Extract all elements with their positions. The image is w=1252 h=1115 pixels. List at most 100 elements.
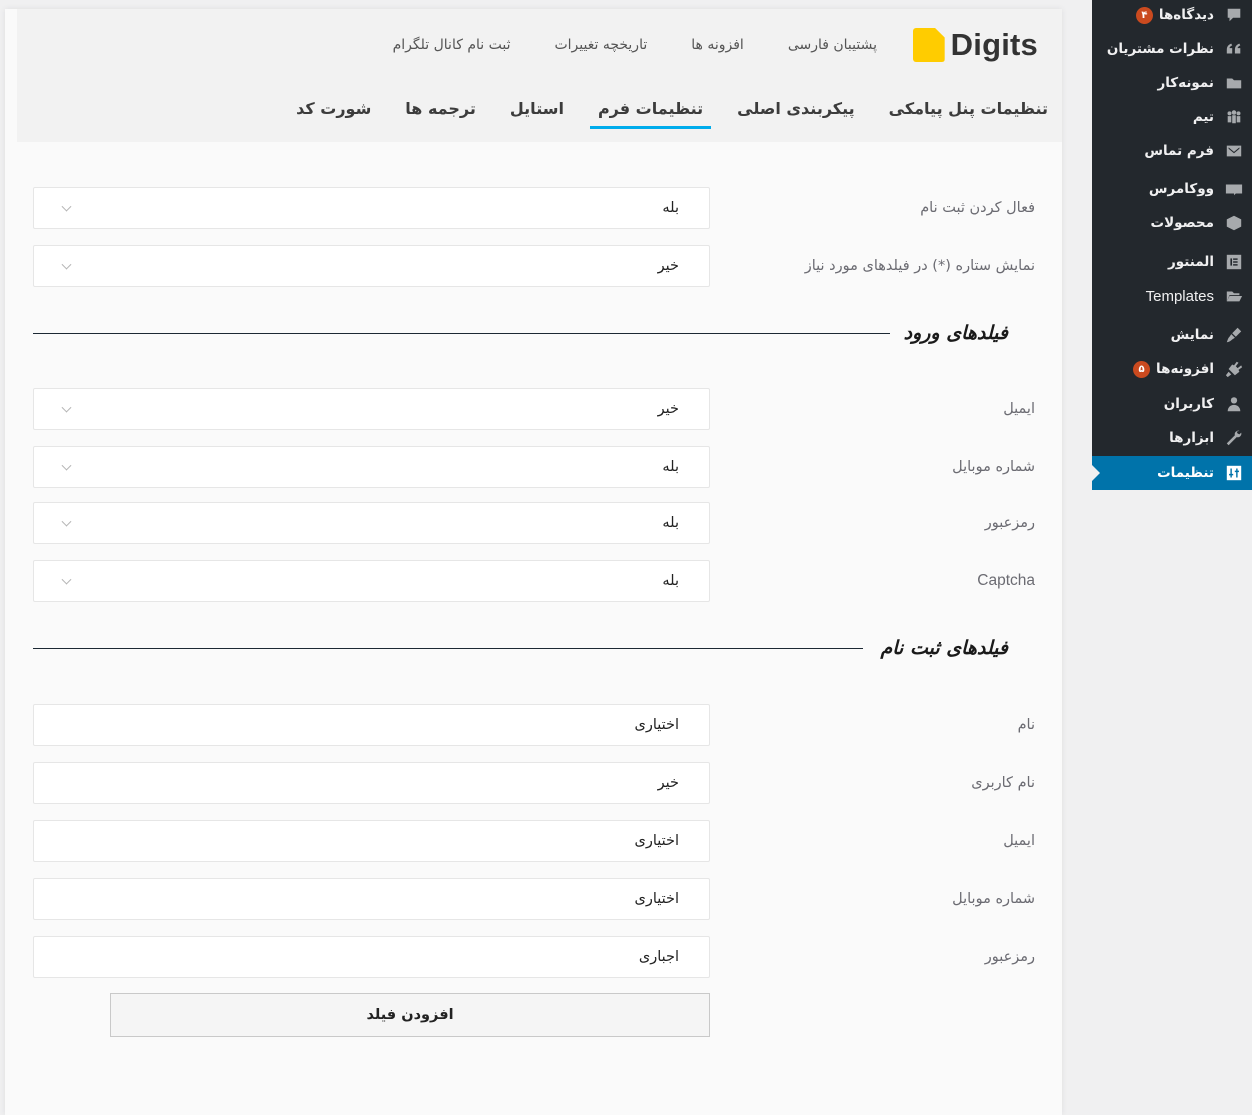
tab-style[interactable]: استایل (510, 99, 564, 124)
register-field-mobile: شماره موبایل اختیاری (33, 878, 1035, 920)
register-email-field[interactable]: اختیاری (33, 820, 710, 862)
field-label: ایمیل (1003, 401, 1035, 417)
tab-sms-panel[interactable]: تنظیمات پنل پیامکی (889, 99, 1048, 124)
field-value: اجباری (638, 949, 679, 965)
admin-sidebar: دیدگاه‌ها ۴ نظرات مشتریان نمونه‌کار تیم … (1092, 0, 1252, 490)
tab-translations[interactable]: ترجمه ها (405, 99, 476, 124)
field-label: Captcha (977, 572, 1035, 589)
sidebar-item-contact-form[interactable]: فرم تماس (1092, 134, 1252, 168)
chevron-down-icon (61, 259, 72, 270)
login-captcha-select[interactable]: بله (33, 560, 710, 602)
select-value: بله (662, 459, 679, 475)
sidebar-item-plugins[interactable]: افزونه‌ها ۵ (1092, 352, 1252, 386)
logo-text: Digits (950, 27, 1038, 62)
field-label: رمزعبور (984, 515, 1035, 531)
register-field-username: نام کاربری خیر (33, 762, 1035, 804)
field-value: خیر (657, 775, 679, 791)
team-icon (1224, 107, 1244, 127)
comment-icon (1224, 5, 1244, 25)
field-label: نام کاربری (971, 775, 1035, 791)
woo-icon (1224, 179, 1244, 199)
select-value: خیر (657, 258, 679, 274)
chevron-down-icon (61, 201, 72, 212)
section-title: فیلدهای ورود (903, 322, 1008, 344)
sidebar-item-products[interactable]: محصولات (1092, 206, 1252, 240)
folder-open-icon (1224, 286, 1244, 306)
section-title: فیلدهای ثبت نام (880, 637, 1008, 659)
sidebar-item-woocommerce[interactable]: ووکامرس (1092, 172, 1252, 206)
register-field-name: نام اختیاری (33, 704, 1035, 746)
settings-tabs: تنظیمات پنل پیامکی پیکربندی اصلی تنظیمات… (296, 99, 1048, 129)
field-label: فعال کردن ثبت نام (920, 200, 1035, 216)
folder-icon (1224, 73, 1244, 93)
login-password-select[interactable]: بله (33, 502, 710, 544)
sidebar-item-comments[interactable]: دیدگاه‌ها ۴ (1092, 0, 1252, 32)
chevron-down-icon (61, 516, 72, 527)
digits-logo-mark-icon (912, 28, 945, 62)
link-changelog[interactable]: تاریخچه تغییرات (554, 37, 647, 53)
field-label: شماره موبایل (952, 459, 1035, 475)
chevron-down-icon (61, 402, 72, 413)
comments-count-badge: ۴ (1135, 6, 1153, 24)
wrench-icon (1224, 428, 1244, 448)
top-links: پشتیبان فارسی افزونه ها تاریخچه تغییرات … (393, 37, 877, 53)
user-icon (1224, 394, 1244, 414)
link-telegram-channel[interactable]: ثبت نام کانال تلگرام (393, 37, 511, 53)
register-field-password: رمزعبور اجباری (33, 936, 1035, 978)
setting-show-asterisk: نمایش ستاره (*) در فیلدهای مورد نیاز خیر (33, 245, 1035, 287)
field-label: نمایش ستاره (*) در فیلدهای مورد نیاز (804, 258, 1035, 274)
brush-icon (1224, 325, 1244, 345)
link-persian-support[interactable]: پشتیبان فارسی (788, 37, 877, 53)
field-value: اختیاری (634, 891, 679, 907)
chevron-down-icon (61, 574, 72, 585)
register-name-field[interactable]: اختیاری (33, 704, 710, 746)
setting-enable-registration: فعال کردن ثبت نام بله (33, 187, 1035, 229)
register-fields-section-header: فیلدهای ثبت نام (33, 628, 1035, 668)
login-mobile-select[interactable]: بله (33, 446, 710, 488)
login-field-captcha: Captcha بله (33, 560, 1035, 602)
link-plugins[interactable]: افزونه ها (691, 37, 744, 53)
select-value: بله (662, 515, 679, 531)
tab-form-settings[interactable]: تنظیمات فرم (589, 99, 712, 129)
elementor-icon (1224, 252, 1244, 272)
sidebar-item-testimonials[interactable]: نظرات مشتریان (1092, 32, 1252, 66)
register-password-field[interactable]: اجباری (33, 936, 710, 978)
box-icon (1224, 213, 1244, 233)
plugin-icon (1224, 359, 1244, 379)
select-value: بله (662, 573, 679, 589)
register-username-field[interactable]: خیر (33, 762, 710, 804)
chevron-down-icon (61, 460, 72, 471)
tab-main-config[interactable]: پیکربندی اصلی (737, 99, 854, 124)
section-divider (33, 333, 890, 334)
plugins-update-badge: ۵ (1133, 360, 1151, 378)
sidebar-item-users[interactable]: کاربران (1092, 387, 1252, 421)
field-value: اختیاری (634, 717, 679, 733)
section-divider (33, 648, 863, 649)
sidebar-item-tools[interactable]: ابزارها (1092, 421, 1252, 455)
login-field-mobile: شماره موبایل بله (33, 446, 1035, 488)
sidebar-item-team[interactable]: تیم (1092, 100, 1252, 134)
tab-shortcode[interactable]: شورت کد (296, 99, 371, 124)
mail-icon (1224, 141, 1244, 161)
login-fields-section-header: فیلدهای ورود (33, 313, 1035, 353)
show-asterisk-select[interactable]: خیر (33, 245, 710, 287)
enable-registration-select[interactable]: بله (33, 187, 710, 229)
settings-icon (1224, 463, 1244, 483)
field-label: ایمیل (1003, 833, 1035, 849)
field-label: رمزعبور (984, 949, 1035, 965)
sidebar-item-settings[interactable]: تنظیمات (1092, 456, 1252, 490)
digits-settings-panel: Digits پشتیبان فارسی افزونه ها تاریخچه ت… (5, 9, 1062, 1115)
field-label: نام (1017, 717, 1035, 733)
digits-logo: Digits (912, 27, 1038, 63)
sidebar-item-portfolio[interactable]: نمونه‌کار (1092, 66, 1252, 100)
sidebar-item-elementor[interactable]: المنتور (1092, 245, 1252, 279)
register-mobile-field[interactable]: اختیاری (33, 878, 710, 920)
add-field-button[interactable]: افزودن فیلد (110, 993, 710, 1037)
login-field-password: رمزعبور بله (33, 502, 1035, 544)
sidebar-item-appearance[interactable]: نمایش (1092, 318, 1252, 352)
sidebar-item-templates[interactable]: Templates (1092, 279, 1252, 313)
select-value: بله (662, 200, 679, 216)
login-email-select[interactable]: خیر (33, 388, 710, 430)
login-field-email: ایمیل خیر (33, 388, 1035, 430)
register-field-email: ایمیل اختیاری (33, 820, 1035, 862)
